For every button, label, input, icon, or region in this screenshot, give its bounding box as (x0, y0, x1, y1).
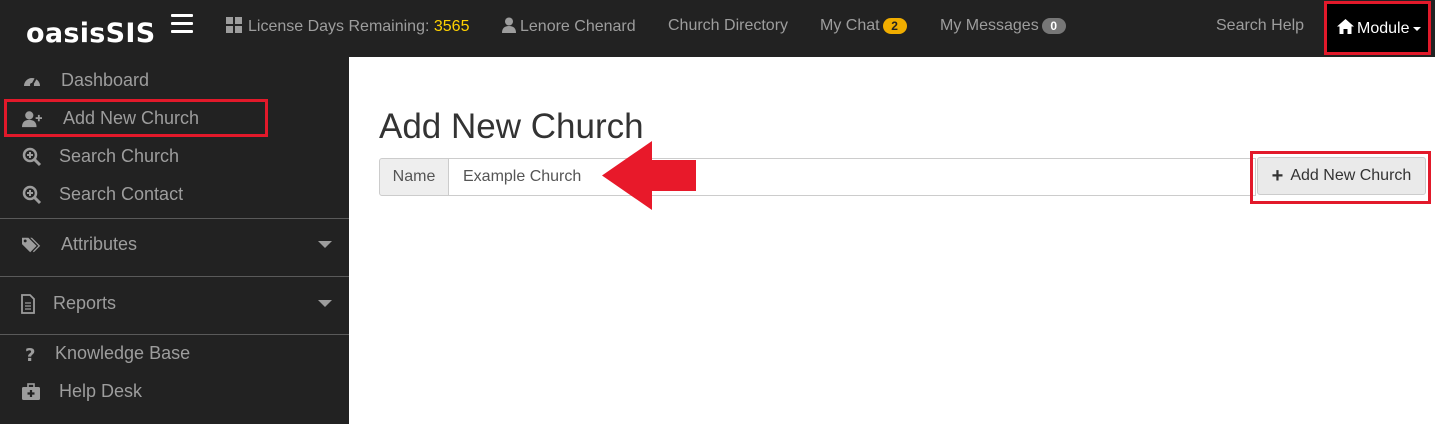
user-name: Lenore Chenard (520, 18, 636, 35)
tags-icon (22, 237, 41, 253)
my-chat-link[interactable]: My Chat 2 (820, 17, 907, 35)
my-messages-label: My Messages (940, 17, 1039, 34)
church-name-input[interactable] (448, 158, 1256, 196)
plus-icon: + (1271, 164, 1284, 187)
tachometer-icon (24, 77, 40, 87)
license-label: License Days Remaining: (248, 18, 430, 35)
chevron-down-icon (318, 241, 332, 248)
sidebar-item-label: Search Church (59, 146, 180, 166)
messages-count-badge: 0 (1041, 17, 1066, 34)
user-menu[interactable]: Lenore Chenard (502, 17, 636, 36)
svg-text:?: ? (25, 345, 35, 364)
home-icon (1337, 19, 1354, 34)
annotation-highlight-box (4, 99, 268, 137)
sidebar-divider (0, 276, 349, 277)
module-dropdown[interactable]: Module (1324, 1, 1431, 55)
medkit-icon (22, 383, 40, 400)
name-addon-label: Name (379, 158, 449, 196)
module-label: Module (1357, 20, 1410, 37)
sidebar-item-search-church[interactable]: Search Church (0, 138, 349, 176)
chevron-down-icon (318, 300, 332, 307)
sidebar-item-help-desk[interactable]: Help Desk (0, 373, 349, 411)
chat-count-badge: 2 (882, 17, 907, 34)
annotation-arrow-icon (602, 141, 696, 210)
my-messages-link[interactable]: My Messages 0 (940, 17, 1066, 35)
file-icon (21, 294, 35, 314)
search-help-link[interactable]: Search Help (1216, 17, 1304, 35)
sidebar-item-reports[interactable]: Reports (0, 285, 349, 323)
add-new-church-button[interactable]: + Add New Church (1257, 157, 1426, 195)
th-large-icon (226, 17, 242, 33)
sidebar-item-label: Attributes (61, 234, 138, 254)
user-icon (502, 17, 516, 33)
brand-logo[interactable]: oasisSIS (26, 18, 156, 49)
sidebar-item-label: Help Desk (59, 381, 143, 401)
sidebar-item-dashboard[interactable]: Dashboard (0, 62, 349, 100)
license-days-value: 3565 (433, 18, 470, 35)
chevron-down-icon (1413, 26, 1422, 31)
sidebar-item-label: Dashboard (61, 70, 150, 90)
search-plus-icon (22, 185, 42, 205)
sidebar-item-label: Knowledge Base (55, 343, 191, 363)
question-icon: ? (25, 345, 35, 364)
sidebar-item-label: Search Contact (59, 184, 184, 204)
top-navbar: oasisSIS License Days Remaining: 3565 Le… (0, 0, 1435, 57)
my-chat-label: My Chat (820, 17, 880, 34)
church-directory-link[interactable]: Church Directory (668, 17, 788, 35)
sidebar-divider (0, 218, 349, 219)
search-plus-icon (22, 147, 42, 167)
sidebar-item-attributes[interactable]: Attributes (0, 226, 349, 264)
sidebar-item-knowledge-base[interactable]: ? Knowledge Base (0, 335, 349, 373)
sidebar-item-label: Reports (53, 293, 117, 313)
license-days-item: License Days Remaining: 3565 (226, 17, 469, 36)
sidebar-item-search-contact[interactable]: Search Contact (0, 176, 349, 214)
add-new-church-button-label: Add New Church (1290, 166, 1412, 184)
hamburger-menu-icon[interactable] (171, 14, 193, 34)
